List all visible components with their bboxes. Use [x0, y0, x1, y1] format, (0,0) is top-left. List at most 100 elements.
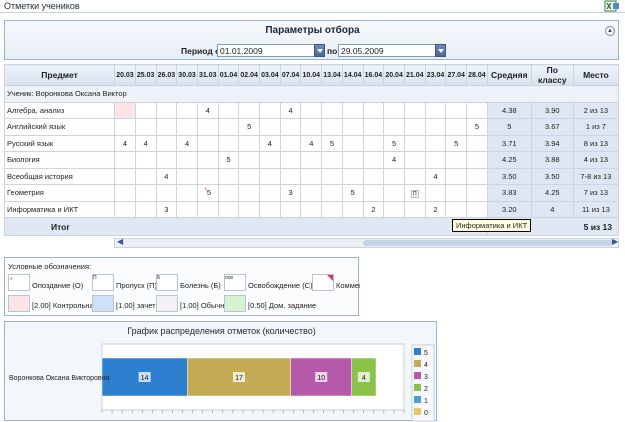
- period-to-field[interactable]: 29.05.2009: [338, 44, 436, 57]
- grade-cell[interactable]: [279, 151, 302, 169]
- column-header-date[interactable]: 23.04: [424, 64, 447, 86]
- grade-cell[interactable]: [321, 118, 343, 136]
- grade-cell[interactable]: [134, 151, 157, 169]
- grade-cell[interactable]: 5: [341, 184, 364, 202]
- grade-cell[interactable]: [403, 151, 426, 169]
- column-header-date[interactable]: 26.03: [155, 64, 178, 86]
- column-header-date[interactable]: 31.03: [196, 64, 219, 86]
- grade-cell[interactable]: [362, 184, 385, 202]
- grade-cell[interactable]: 4: [383, 151, 405, 169]
- grade-cell[interactable]: [300, 200, 323, 218]
- grade-cell[interactable]: [176, 184, 198, 202]
- grade-cell[interactable]: [217, 134, 240, 152]
- grade-cell[interactable]: [155, 184, 178, 202]
- grade-cell[interactable]: 4: [196, 101, 219, 119]
- grade-cell[interactable]: [341, 167, 364, 185]
- grade-cell[interactable]: [114, 200, 136, 218]
- column-header-date[interactable]: 01.04: [217, 64, 240, 86]
- grade-cell[interactable]: 5: [217, 151, 240, 169]
- grade-cell[interactable]: [383, 101, 405, 119]
- grade-cell[interactable]: 4: [300, 134, 323, 152]
- grade-cell[interactable]: [176, 118, 198, 136]
- column-header-date[interactable]: 02.04: [238, 64, 261, 86]
- grade-cell[interactable]: [114, 151, 136, 169]
- grade-cell[interactable]: [424, 118, 447, 136]
- column-header-summary[interactable]: Место: [572, 64, 620, 86]
- grade-cell[interactable]: [383, 200, 405, 218]
- grade-cell[interactable]: 4: [176, 134, 198, 152]
- grade-cell[interactable]: 3: [279, 184, 302, 202]
- grade-cell[interactable]: [279, 200, 302, 218]
- excel-export-icon[interactable]: [604, 0, 620, 12]
- grade-cell[interactable]: [217, 101, 240, 119]
- grade-cell[interactable]: [466, 101, 488, 119]
- grade-cell[interactable]: [279, 134, 302, 152]
- grade-cell[interactable]: [383, 118, 405, 136]
- column-header-date[interactable]: 10.04: [300, 64, 323, 86]
- grade-cell[interactable]: [445, 101, 468, 119]
- grade-cell[interactable]: [238, 101, 261, 119]
- grade-cell[interactable]: 2: [362, 200, 385, 218]
- grade-cell[interactable]: 4: [259, 134, 281, 152]
- grade-cell[interactable]: [238, 134, 261, 152]
- grade-cell[interactable]: [341, 134, 364, 152]
- grade-cell[interactable]: [383, 167, 405, 185]
- grade-cell[interactable]: [155, 101, 178, 119]
- grade-cell[interactable]: [238, 151, 261, 169]
- grade-cell[interactable]: 5: [321, 134, 343, 152]
- table-horizontal-scrollbar[interactable]: ◀ ▶: [114, 237, 619, 248]
- grade-cell[interactable]: 4: [134, 134, 157, 152]
- column-header-summary[interactable]: Средняя: [486, 64, 532, 86]
- grade-cell[interactable]: [341, 118, 364, 136]
- grade-cell[interactable]: [176, 151, 198, 169]
- grade-cell[interactable]: [321, 101, 343, 119]
- column-header-summary[interactable]: По классу: [530, 64, 574, 86]
- grade-cell[interactable]: [445, 167, 468, 185]
- grade-cell[interactable]: [259, 184, 281, 202]
- grade-cell[interactable]: [321, 151, 343, 169]
- period-to-dropdown-icon[interactable]: [435, 44, 446, 57]
- grade-cell[interactable]: [114, 184, 136, 202]
- grade-cell[interactable]: 4: [155, 167, 178, 185]
- column-header-date[interactable]: 30.03: [176, 64, 198, 86]
- grade-cell[interactable]: [341, 200, 364, 218]
- grade-cell[interactable]: [403, 167, 426, 185]
- grade-cell[interactable]: [403, 101, 426, 119]
- grade-cell[interactable]: 5: [466, 118, 488, 136]
- grade-cell[interactable]: [134, 167, 157, 185]
- grade-cell[interactable]: [238, 200, 261, 218]
- grade-cell[interactable]: 4: [279, 101, 302, 119]
- grade-cell[interactable]: [279, 167, 302, 185]
- grade-cell[interactable]: [259, 101, 281, 119]
- column-header-date[interactable]: 25.03: [134, 64, 157, 86]
- grade-cell[interactable]: [196, 118, 219, 136]
- grade-cell[interactable]: [196, 151, 219, 169]
- period-from-field[interactable]: 01.01.2009: [217, 44, 315, 57]
- grade-cell[interactable]: [279, 118, 302, 136]
- grade-cell[interactable]: [176, 167, 198, 185]
- grade-cell[interactable]: [362, 134, 385, 152]
- grade-cell[interactable]: [445, 151, 468, 169]
- grade-cell[interactable]: [300, 151, 323, 169]
- column-header-date[interactable]: 20.04: [383, 64, 405, 86]
- grade-cell[interactable]: [238, 184, 261, 202]
- column-header-date[interactable]: 21.04: [403, 64, 426, 86]
- grade-cell[interactable]: [259, 151, 281, 169]
- column-header-date[interactable]: 28.04: [466, 64, 488, 86]
- grade-cell[interactable]: [341, 101, 364, 119]
- grade-cell[interactable]: [383, 184, 405, 202]
- column-header-subject[interactable]: Предмет: [3, 64, 116, 86]
- grade-cell[interactable]: [114, 167, 136, 185]
- grade-cell[interactable]: 4: [114, 134, 136, 152]
- grade-cell[interactable]: [403, 118, 426, 136]
- grade-cell[interactable]: [217, 184, 240, 202]
- column-header-date[interactable]: 20.03: [114, 64, 136, 86]
- grade-cell[interactable]: *5: [196, 184, 219, 202]
- scroll-right-icon[interactable]: ▶: [612, 237, 618, 246]
- grade-cell[interactable]: [155, 134, 178, 152]
- grade-cell[interactable]: [134, 118, 157, 136]
- grade-cell[interactable]: [217, 167, 240, 185]
- grade-cell[interactable]: [259, 200, 281, 218]
- grade-cell[interactable]: [300, 118, 323, 136]
- grade-cell[interactable]: [466, 184, 488, 202]
